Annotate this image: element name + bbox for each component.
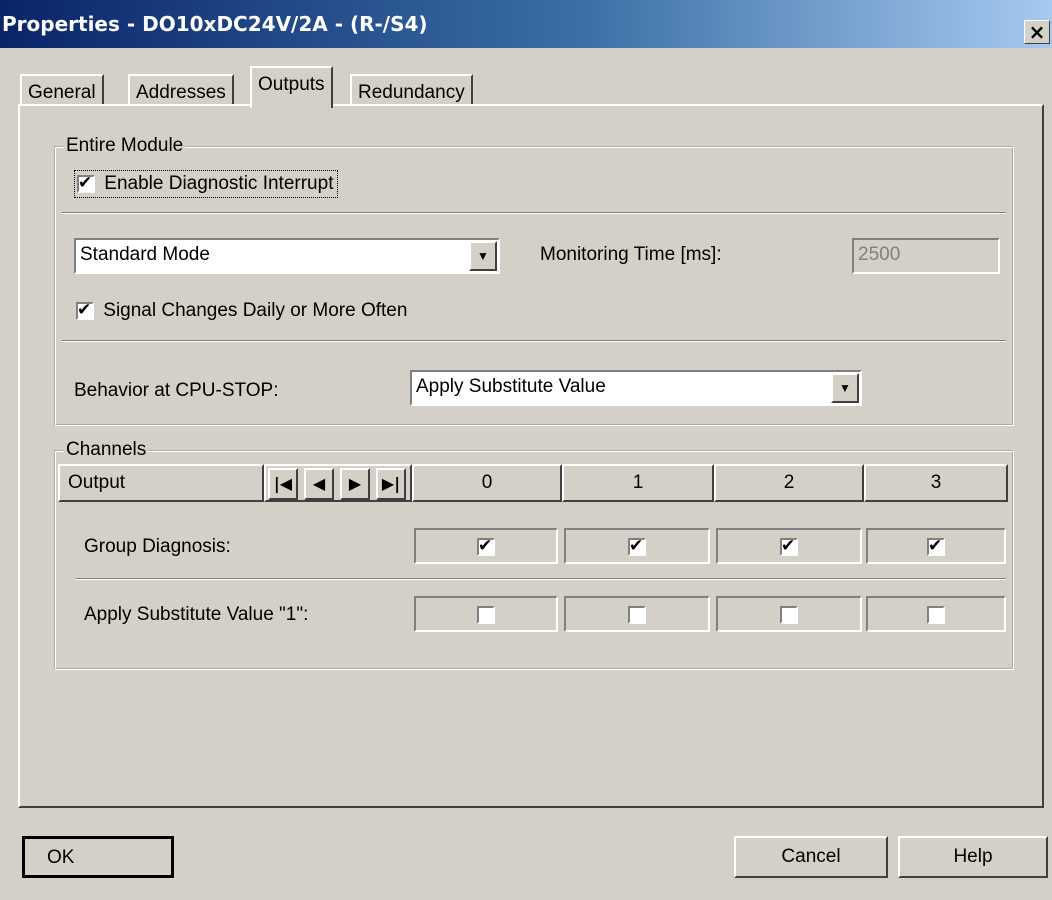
monitoring-time-field: 2500	[852, 238, 1000, 274]
group-diagnosis-cell-0[interactable]: ✔	[414, 528, 558, 564]
group-diagnosis-cell-1[interactable]: ✔	[564, 528, 710, 564]
entire-module-group: Entire Module ✔ Enable Diagnostic Interr…	[54, 135, 1014, 426]
substitute-value-cell-0[interactable]	[414, 596, 558, 632]
checkbox[interactable]: ✔	[477, 535, 495, 556]
title-bar: Properties - DO10xDC24V/2A - (R-/S4) ×	[0, 0, 1052, 48]
enable-diag-interrupt-box[interactable]: ✔	[77, 172, 95, 193]
chevron-down-icon[interactable]: ▼	[831, 373, 859, 403]
enable-diag-interrupt-checkbox[interactable]: ✔ Enable Diagnostic Interrupt	[74, 170, 339, 198]
enable-diag-interrupt-label: Enable Diagnostic Interrupt	[104, 173, 334, 194]
signal-changes-checkbox[interactable]: ✔ Signal Changes Daily or More Often	[74, 298, 411, 324]
check-icon: ✔	[781, 535, 796, 556]
monitoring-time-label: Monitoring Time [ms]:	[540, 244, 722, 265]
window-title: Properties - DO10xDC24V/2A - (R-/S4)	[2, 12, 428, 36]
check-icon: ✔	[629, 535, 644, 556]
prev-icon[interactable]: ◀	[304, 468, 334, 500]
signal-changes-box[interactable]: ✔	[76, 299, 94, 320]
channel-header-3: 3	[864, 464, 1008, 502]
divider	[62, 340, 1006, 342]
check-icon: ✔	[928, 535, 943, 556]
check-icon: ✔	[78, 172, 93, 193]
entire-module-label: Entire Module	[64, 135, 186, 157]
channels-group: Channels Output |◀ ◀ ▶ ▶| 0 1 2 3 Group …	[54, 439, 1014, 670]
tab-addresses[interactable]: Addresses	[128, 74, 234, 106]
channel-header-0: 0	[412, 464, 562, 502]
tab-redundancy-label: Redundancy	[358, 82, 465, 103]
checkbox[interactable]: ✔	[780, 535, 798, 556]
checkbox[interactable]	[780, 605, 798, 624]
substitute-value-cell-3[interactable]	[866, 596, 1006, 632]
checkbox[interactable]: ✔	[628, 535, 646, 556]
tab-panel-outputs: Entire Module ✔ Enable Diagnostic Interr…	[18, 104, 1044, 808]
channels-label: Channels	[64, 439, 149, 461]
tab-outputs[interactable]: Outputs	[250, 66, 333, 108]
channel-header-2: 2	[714, 464, 864, 502]
checkbox[interactable]: ✔	[927, 535, 945, 556]
channel-nav: |◀ ◀ ▶ ▶|	[264, 464, 412, 502]
behavior-select[interactable]: Apply Substitute Value ▼	[410, 370, 862, 406]
chevron-down-icon[interactable]: ▼	[469, 241, 497, 271]
close-icon: ×	[1028, 20, 1046, 44]
substitute-value-label: Apply Substitute Value "1":	[84, 604, 309, 625]
group-diagnosis-cell-3[interactable]: ✔	[866, 528, 1006, 564]
check-icon: ✔	[478, 535, 493, 556]
help-button[interactable]: Help	[898, 836, 1048, 878]
cancel-button[interactable]: Cancel	[734, 836, 888, 878]
group-diagnosis-cell-2[interactable]: ✔	[716, 528, 862, 564]
substitute-value-cell-1[interactable]	[564, 596, 710, 632]
output-header: Output	[58, 464, 264, 502]
tab-redundancy[interactable]: Redundancy	[350, 74, 473, 106]
mode-select-value: Standard Mode	[80, 244, 210, 265]
close-button[interactable]: ×	[1024, 20, 1050, 44]
mode-select[interactable]: Standard Mode ▼	[74, 238, 500, 274]
tab-general[interactable]: General	[20, 74, 104, 106]
check-icon: ✔	[77, 299, 92, 320]
tab-addresses-label: Addresses	[136, 82, 226, 103]
behavior-label: Behavior at CPU-STOP:	[74, 380, 279, 401]
tab-outputs-label: Outputs	[258, 74, 325, 95]
divider	[62, 212, 1006, 214]
substitute-value-cell-2[interactable]	[716, 596, 862, 632]
divider	[76, 578, 1006, 580]
group-diagnosis-label: Group Diagnosis:	[84, 536, 231, 557]
behavior-select-value: Apply Substitute Value	[416, 376, 606, 397]
ok-button[interactable]: OK	[22, 836, 174, 878]
channel-header-1: 1	[562, 464, 714, 502]
first-icon[interactable]: |◀	[268, 468, 298, 500]
checkbox[interactable]	[477, 605, 495, 624]
next-icon[interactable]: ▶	[340, 468, 370, 500]
checkbox[interactable]	[927, 605, 945, 624]
signal-changes-label: Signal Changes Daily or More Often	[103, 300, 408, 321]
checkbox[interactable]	[628, 605, 646, 624]
last-icon[interactable]: ▶|	[376, 468, 406, 500]
tab-general-label: General	[28, 82, 96, 103]
